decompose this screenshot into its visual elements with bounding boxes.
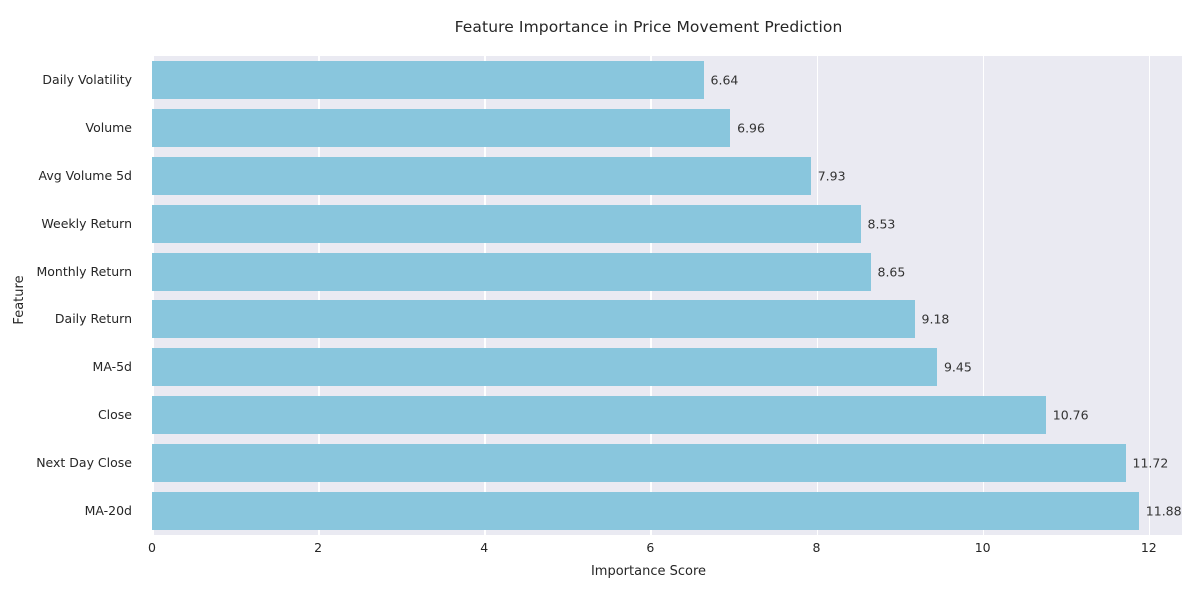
bar[interactable]: [152, 444, 1126, 483]
bar-value-label: 11.72: [1132, 455, 1169, 471]
x-axis-title: Importance Score: [590, 564, 707, 579]
x-tick-label-0: 0: [148, 540, 156, 555]
bar-row: 9.45: [152, 348, 1182, 387]
y-tick-label-avg-volume-5d: Avg Volume 5d: [38, 167, 132, 183]
x-tick-label-8: 8: [812, 540, 821, 555]
bar[interactable]: [152, 492, 1139, 531]
y-tick-label-ma-20d: MA-20d: [84, 503, 132, 519]
bar-row: 7.93: [152, 156, 1182, 195]
bar-row: 11.72: [152, 444, 1182, 483]
bar-row: 8.53: [152, 204, 1182, 243]
bar[interactable]: [152, 348, 937, 387]
y-tick-label-ma-5d: MA-5d: [92, 359, 132, 375]
bar-row: 11.88: [152, 492, 1182, 531]
bar-value-label: 9.45: [943, 359, 972, 375]
bar[interactable]: [152, 156, 811, 195]
x-tick-label-2: 2: [314, 540, 323, 555]
y-tick-label-next-day-close: Next Day Close: [36, 455, 132, 471]
bar-value-label: 10.76: [1052, 407, 1089, 423]
x-tick-label-10: 10: [974, 540, 991, 555]
y-tick-label-weekly-return: Weekly Return: [41, 215, 132, 231]
bar-value-label: 8.65: [877, 264, 906, 280]
bar-value-label: 6.64: [710, 72, 739, 88]
y-tick-label-daily-volatility: Daily Volatility: [42, 71, 132, 87]
x-axis-tick-labels: 0 2 4 6 8 10 12: [0, 540, 1200, 562]
bar-value-label: 9.18: [921, 311, 950, 327]
x-tick-label-6: 6: [646, 540, 655, 555]
bar-value-label: 11.88: [1145, 503, 1182, 519]
y-tick-label-close: Close: [97, 407, 132, 423]
bar[interactable]: [152, 60, 704, 99]
bar-row: 6.64: [152, 60, 1182, 99]
chart-figure: Feature Importance in Price Movement Pre…: [0, 0, 1200, 600]
bar-value-label: 6.96: [737, 120, 765, 136]
bar-value-label: 8.53: [867, 216, 896, 232]
bar-row: 6.96: [152, 108, 1182, 147]
chart-title: Feature Importance in Price Movement Pre…: [454, 18, 843, 36]
x-tick-label-12: 12: [1140, 540, 1157, 555]
bar[interactable]: [152, 204, 861, 243]
x-tick-label-4: 4: [480, 540, 489, 555]
y-tick-label-volume: Volume: [85, 119, 133, 135]
bar-value-label: 7.93: [817, 168, 846, 184]
bar[interactable]: [152, 396, 1046, 435]
y-axis-title: Feature: [12, 275, 27, 325]
bar-row: 10.76: [152, 396, 1182, 435]
bar[interactable]: [152, 108, 731, 147]
